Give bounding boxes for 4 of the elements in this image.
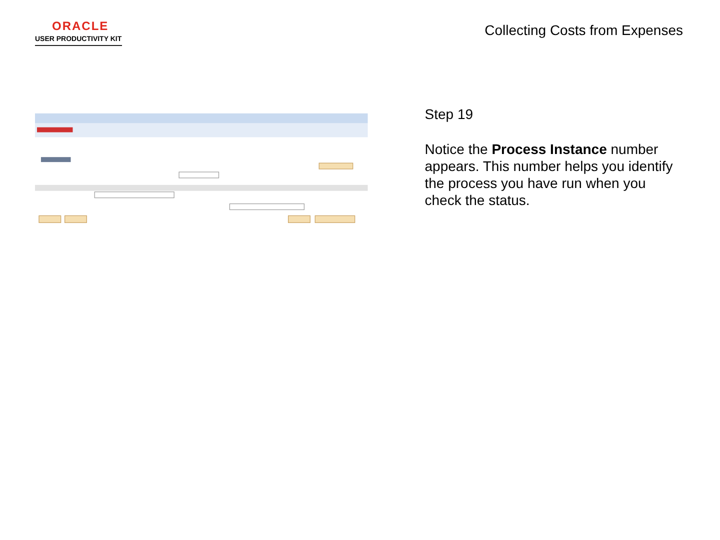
instruction-text: Notice the Process Instance number appears. This number helps you identify the process you have run when you check the status. [424, 141, 674, 209]
step-label: Step 19 [424, 106, 474, 123]
slide-title: Collecting Costs from Expenses [484, 22, 683, 38]
logo-wordmark: ORACLE [52, 20, 109, 33]
